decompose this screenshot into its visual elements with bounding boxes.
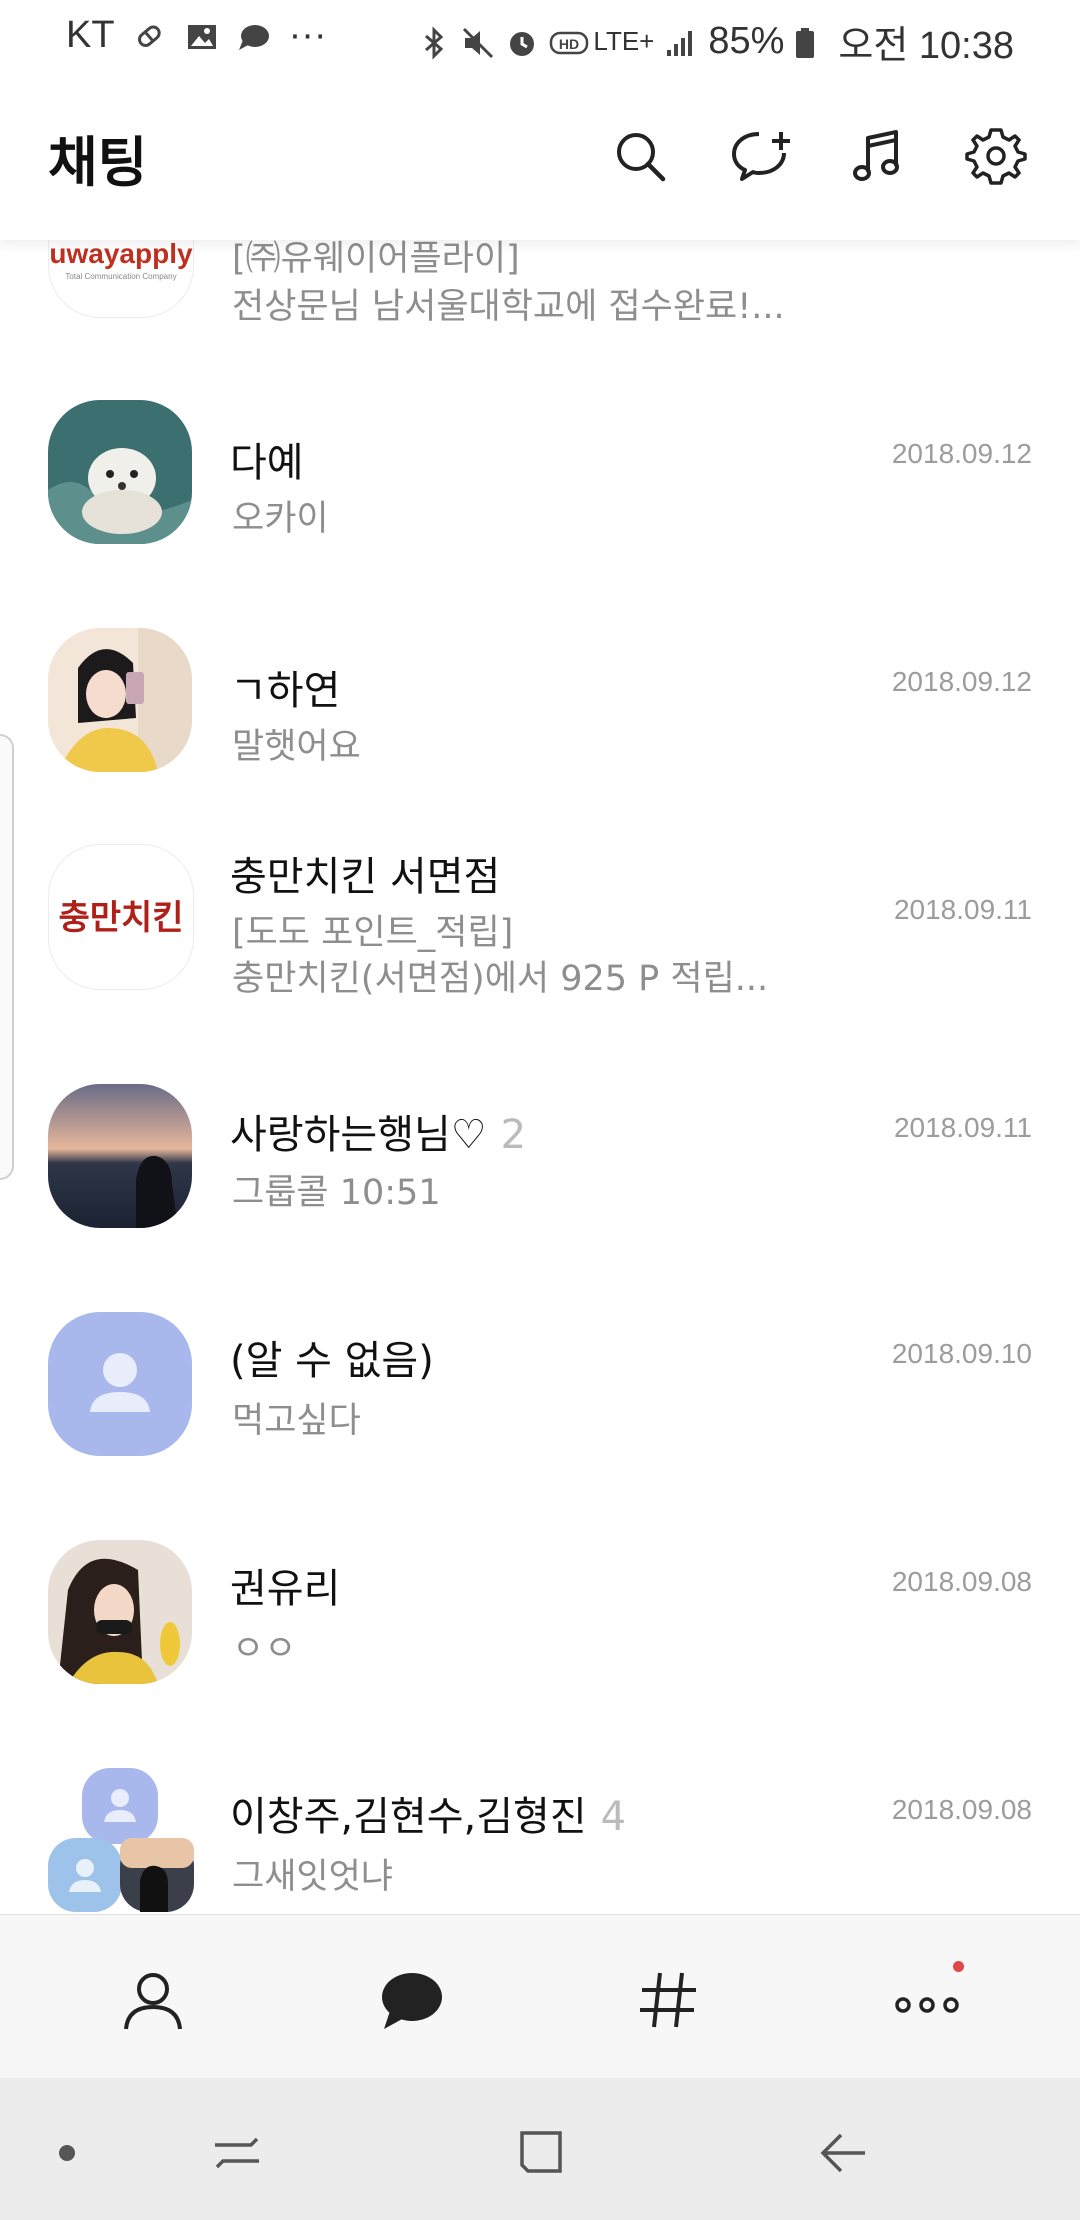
battery-icon (794, 25, 828, 59)
back-icon (820, 2133, 865, 2173)
page-title: 채팅 (48, 131, 148, 194)
status-bar: KT ··· HD LTE+ 85% 오전 10:38 (0, 0, 1080, 76)
music-button[interactable] (840, 118, 916, 194)
search-icon (617, 133, 666, 182)
back-button[interactable] (808, 2118, 878, 2188)
chat-name-text: 이창주,김현수,김형진 (230, 1794, 587, 1840)
chat-preview: 그새잇엇냐 (232, 1857, 394, 1897)
chat-name: 다예 (230, 440, 304, 486)
alarm-icon (505, 25, 539, 59)
chat-date: 2018.09.12 (891, 438, 1032, 469)
avatar (48, 628, 192, 772)
app-header: 채팅 (0, 76, 1080, 240)
avatar (48, 1540, 192, 1684)
tab-hashtag[interactable] (624, 1955, 714, 2045)
chat-row-daye[interactable]: 다예 오카이 2018.09.12 (0, 400, 1080, 628)
chat-name: 권유리 (230, 1566, 341, 1612)
avatar (48, 1312, 192, 1456)
chungman-logo-text: 충만치킨 (58, 898, 183, 938)
svg-text:HD: HD (559, 36, 579, 52)
group-avatar (48, 1768, 196, 1914)
chat-name-text: 사랑하는행님♡ (230, 1112, 487, 1158)
edge-panel-handle[interactable] (0, 734, 14, 1180)
notification-badge (953, 1961, 964, 1972)
settings-button[interactable] (958, 118, 1034, 194)
chat-bubble-icon (237, 19, 271, 53)
chat-row-brother[interactable]: 사랑하는행님♡ 2 그룹콜 10:51 2018.09.11 (0, 1084, 1080, 1312)
chat-preview: 그룹콜 10:51 (232, 1173, 441, 1213)
default-person-icon (90, 1353, 150, 1412)
image-icon (185, 19, 219, 53)
tab-chats[interactable] (366, 1955, 456, 2045)
chat-date: 2018.09.11 (893, 1112, 1032, 1143)
chat-preview-line1: [도도 포인트_적립] (232, 913, 514, 953)
chat-name: (알 수 없음) (230, 1338, 434, 1384)
recent-apps-button[interactable] (202, 2118, 272, 2188)
home-icon (520, 2131, 562, 2173)
battery-percent: 85% (708, 20, 785, 62)
chat-date: 2018.09.10 (891, 1338, 1032, 1369)
more-dots-icon (895, 1997, 959, 2013)
chat-row-unknown[interactable]: (알 수 없음) 먹고싶다 2018.09.10 (0, 1312, 1080, 1540)
chat-row-group[interactable]: 이창주,김현수,김형진 4 그새잇엇냐 2018.09.08 (0, 1768, 1080, 1914)
chat-preview: ㅇㅇ (232, 1629, 297, 1669)
uway-logo-text: uwayapply (49, 240, 193, 269)
chat-date: 2018.09.12 (891, 666, 1032, 697)
more-dots-icon: ··· (288, 14, 327, 56)
signal-icon (664, 25, 698, 59)
chat-date: 2018.09.08 (891, 1794, 1032, 1825)
person-icon (124, 1973, 182, 2030)
bluetooth-icon (417, 25, 451, 60)
hashtag-icon (640, 1972, 696, 2028)
clock: 오전 10:38 (838, 25, 1014, 67)
member-count: 4 (600, 1794, 627, 1840)
chat-name: 충만치킨 서면점 (230, 854, 501, 900)
chat-row-yuri[interactable]: 권유리 ㅇㅇ 2018.09.08 (0, 1540, 1080, 1768)
chat-row-uwayapply[interactable]: uwayapply Total Communication Company [㈜… (0, 240, 1080, 368)
lte-icon: LTE+ (593, 26, 655, 56)
music-icon (853, 130, 899, 181)
chat-preview: 말햇어요 (232, 727, 361, 767)
chat-row-chungman[interactable]: 충만치킨 충만치킨 서면점 [도도 포인트_적립] 충만치킨(서면점)에서 92… (0, 844, 1080, 1072)
dot-icon[interactable] (32, 2118, 102, 2188)
bottom-tab-bar (0, 1914, 1080, 2079)
avatar: 충만치킨 (48, 844, 194, 990)
chat-preview-line1: [㈜유웨이어플라이] (232, 240, 520, 279)
chat-date: 2018.09.08 (891, 1566, 1032, 1597)
chat-row-hayeon[interactable]: ㄱ하연 말햇어요 2018.09.12 (0, 628, 1080, 856)
chat-preview: 오카이 (232, 499, 329, 539)
mute-icon (461, 25, 495, 59)
member-count: 2 (500, 1112, 527, 1158)
carrier: KT (66, 14, 115, 56)
chat-bubble-icon (382, 1973, 442, 2029)
chat-name: ㄱ하연 (230, 668, 341, 714)
pill-icon (133, 19, 167, 53)
avatar (48, 1084, 192, 1228)
settings-icon (965, 128, 1027, 185)
avatar (48, 400, 192, 544)
recent-apps-icon (215, 2137, 259, 2169)
hd-icon: HD (549, 25, 589, 59)
chat-preview-line2: 충만치킨(서면점)에서 925 P 적립... (232, 959, 769, 999)
system-nav-bar (0, 2078, 1080, 2220)
avatar: uwayapply Total Communication Company (48, 240, 194, 318)
uway-logo-subtext: Total Communication Company (65, 272, 176, 281)
search-button[interactable] (602, 118, 678, 194)
chat-list[interactable]: uwayapply Total Communication Company [㈜… (0, 240, 1080, 1914)
new-chat-button[interactable] (724, 118, 800, 194)
chat-preview-line2: 전상문님 남서울대학교에 접수완료!... (232, 287, 785, 327)
tab-more[interactable] (882, 1955, 972, 2045)
new-chat-icon (732, 132, 790, 181)
tab-friends[interactable] (108, 1955, 198, 2045)
chat-name: 이창주,김현수,김형진 4 (230, 1784, 626, 1842)
chat-preview: 먹고싶다 (232, 1401, 361, 1441)
chat-date: 2018.09.11 (893, 894, 1032, 925)
chat-name: 사랑하는행님♡ 2 (230, 1102, 526, 1160)
home-button[interactable] (505, 2118, 575, 2188)
